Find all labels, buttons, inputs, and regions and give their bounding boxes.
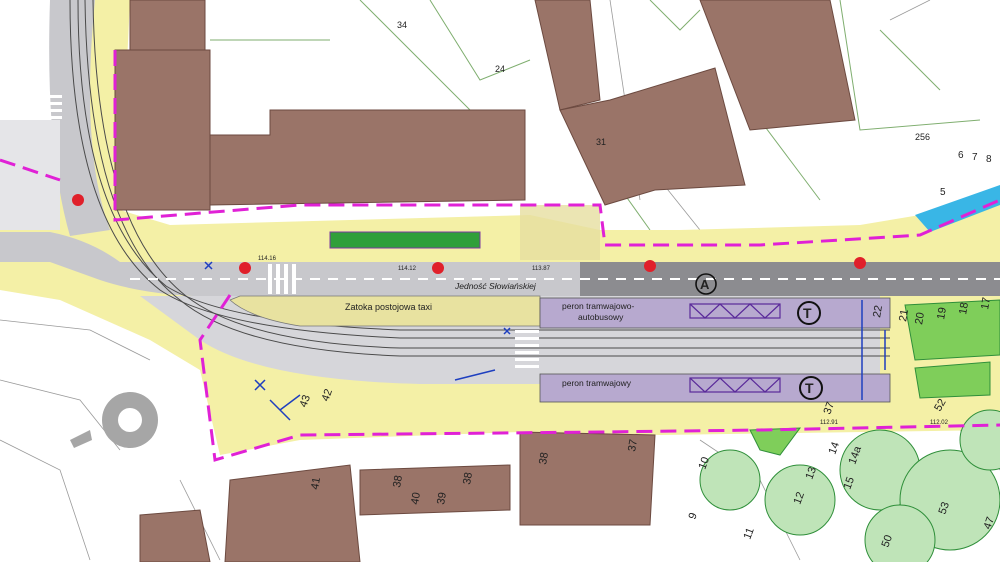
parcel-number: 31 [596,137,606,147]
parcel-number: 6 [958,150,964,161]
tree-number: 9 [687,511,700,521]
tram-stop-top-letter: T [803,305,812,321]
parcel-number: 34 [397,20,407,30]
parcel-number: 256 [915,132,930,142]
elevation-mark: 113.87 [532,266,551,272]
tree-number: 19 [935,306,949,320]
tree-number: 22 [871,304,885,318]
tree-number: 11 [742,526,757,541]
elevation-mark: 114.12 [398,266,417,272]
bus-stop-letter: A [700,277,710,292]
taxi-bay-label: Zatoka postojowa taxi [345,302,432,312]
street-name-label: Jedność Słowiańskiej [454,281,537,291]
tree-number: 41 [309,476,323,490]
elevation-mark: 112.02 [930,420,949,426]
tree-number: 40 [409,491,423,505]
elevation-mark: 114.16 [258,256,277,262]
parcel-number: 5 [940,187,946,198]
tree-number: 17 [979,296,993,310]
tram-stop-bottom-letter: T [805,380,814,396]
tree-number: 18 [957,301,971,315]
north-symbol [70,392,158,448]
tree-number: 37 [626,438,640,452]
tram-platform-label: peron tramwajowy [562,378,632,388]
tree-number: 39 [435,491,449,505]
parcel-number: 8 [986,154,992,165]
tree-number: 38 [537,451,551,465]
elevation-mark: 112.91 [820,420,839,426]
tree-number: 38 [391,474,405,488]
tram-bus-platform-label-line2: autobusowy [578,312,624,322]
parcel-number: 24 [495,64,505,74]
tram-bus-platform-label-line1: peron tramwajowo- [562,301,634,311]
tree-number: 21 [897,308,911,322]
parcel-number: 7 [972,152,978,163]
site-plan-map: Jedność Słowiańskiej Zatoka postojowa ta… [0,0,1000,562]
tree-number: 14 [827,440,842,456]
tree-number: 20 [913,311,927,325]
tree-number: 38 [461,471,475,485]
